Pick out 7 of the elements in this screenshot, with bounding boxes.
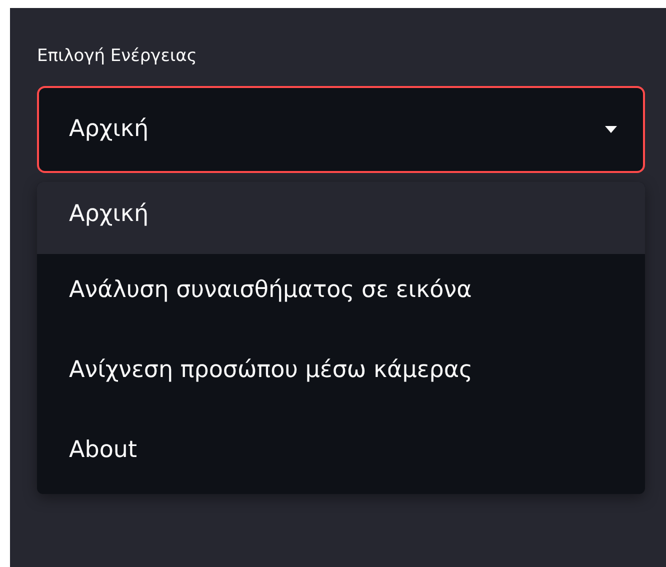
- dropdown-option[interactable]: About: [37, 414, 645, 494]
- dropdown-option[interactable]: Αρχική: [37, 182, 645, 254]
- dropdown-option[interactable]: Ανάλυση συναισθήματος σε εικόνα: [37, 254, 645, 334]
- caret-icon: [605, 126, 617, 133]
- dropdown-option[interactable]: Ανίχνεση προσώπου μέσω κάμερας: [37, 334, 645, 414]
- field-label: Επιλογή Ενέργειας: [37, 46, 198, 66]
- select-box[interactable]: Αρχική: [37, 86, 645, 173]
